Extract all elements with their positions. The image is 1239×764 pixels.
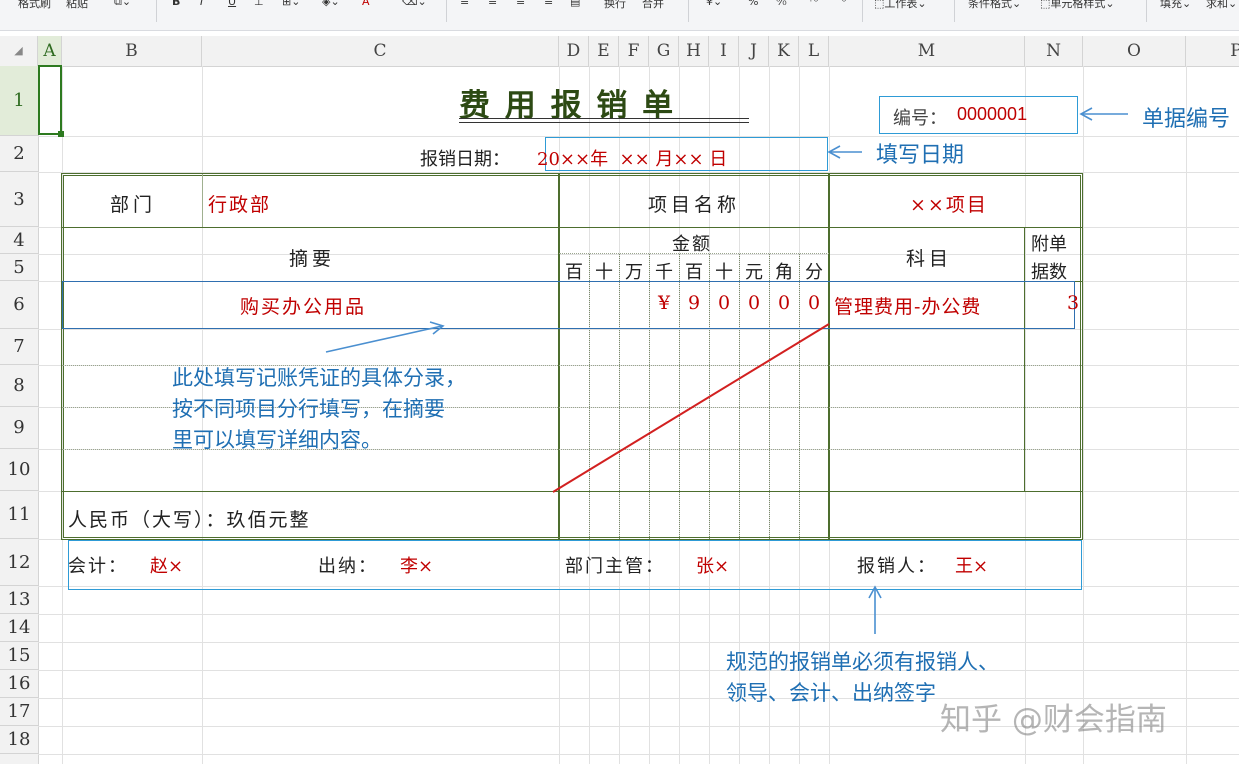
watermark-text: 知乎 @财会指南 [940,702,1167,738]
blank-strike-line [552,323,830,493]
signature-note-line-1: 规范的报销单必须有报销人、 [726,650,999,674]
entry-note-line-3: 里可以填写详细内容。 [172,428,382,452]
entry-arrow [325,325,443,353]
date-note: 填写日期 [876,143,965,168]
entry-note-line-2: 按不同项目分行填写，在摘要 [172,397,445,421]
signature-note-line-2: 领导、会计、出纳签字 [726,681,936,705]
entry-note-line-1: 此处填写记账凭证的具体分录， [172,366,466,390]
number-note: 单据编号 [1142,107,1231,132]
